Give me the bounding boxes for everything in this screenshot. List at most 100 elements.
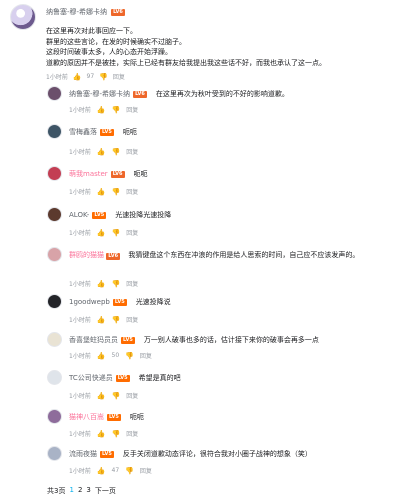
dislike-icon[interactable]: 👎 <box>112 430 121 438</box>
reply-header: 香喜堡蛀犸员员 LV5 万一别人破事也多的话，估计接下来你的破事会再多一点 <box>69 335 319 345</box>
dislike-icon[interactable]: 👎 <box>112 316 121 324</box>
page-link[interactable]: 2 <box>78 486 82 496</box>
page-link[interactable]: 1 <box>69 486 73 496</box>
reply-button[interactable]: 回复 <box>126 187 138 196</box>
timestamp: 1小时前 <box>46 74 68 81</box>
dislike-icon[interactable]: 👎 <box>125 467 134 475</box>
reply-button[interactable]: 回复 <box>126 429 138 438</box>
username[interactable]: 猫神八百嵩 <box>69 412 104 422</box>
username[interactable]: ALOK- <box>69 211 89 219</box>
level-badge: LV5 <box>100 450 114 458</box>
username[interactable]: 雪梅鑫落 <box>69 127 97 137</box>
reply-button[interactable]: 回复 <box>126 147 138 156</box>
username[interactable]: 流雨夜猫 <box>69 449 97 459</box>
avatar[interactable] <box>47 207 62 222</box>
reply-info: 1小时前 👍 👎 回复 <box>69 228 138 238</box>
avatar[interactable] <box>10 4 36 30</box>
avatar[interactable] <box>47 294 62 309</box>
next-page-link[interactable]: 下一页 <box>95 486 116 496</box>
reply-header: 1goodwepb LV5 光速投降说 <box>69 297 171 307</box>
reply-button[interactable]: 回复 <box>140 351 152 360</box>
timestamp: 1小时前 <box>69 230 91 237</box>
level-badge: LV5 <box>112 298 127 306</box>
reply-button[interactable]: 回复 <box>126 279 138 288</box>
reply-header: 流雨夜猫 LV5 反手关闭道歉动态评论，很符合我对小圈子战神的想象（笑） <box>69 449 312 459</box>
timestamp: 1小时前 <box>69 393 91 400</box>
reply-button[interactable]: 回复 <box>126 105 138 114</box>
dislike-icon[interactable]: 👎 <box>112 188 121 196</box>
reply-button[interactable]: 回复 <box>126 315 138 324</box>
dislike-icon[interactable]: 👎 <box>112 148 121 156</box>
reply-header: ALOK- LV5 光速投降光速投降 <box>69 210 171 220</box>
timestamp: 1小时前 <box>69 317 91 324</box>
avatar[interactable] <box>47 370 62 385</box>
like-icon[interactable]: 👍 <box>97 352 106 360</box>
reply-info: 1小时前 👍 47 👎 回复 <box>69 466 152 476</box>
timestamp: 1小时前 <box>69 431 91 438</box>
reply-button[interactable]: 回复 <box>113 72 125 81</box>
like-icon[interactable]: 👍 <box>97 229 106 237</box>
like-icon[interactable]: 👍 <box>97 188 106 196</box>
dislike-icon[interactable]: 👎 <box>99 73 108 81</box>
avatar[interactable] <box>47 446 62 461</box>
username[interactable]: 1goodwepb <box>69 298 110 306</box>
avatar[interactable] <box>47 247 62 262</box>
username[interactable]: 群鸥的猫猫 <box>69 251 104 259</box>
like-icon[interactable]: 👍 <box>97 392 106 400</box>
like-count: 47 <box>111 467 120 474</box>
like-icon[interactable]: 👍 <box>97 280 106 288</box>
dislike-icon[interactable]: 👎 <box>112 106 121 114</box>
avatar[interactable] <box>47 86 62 101</box>
reply-header: 纳鲁塞-穆-希娜卡纳 LV6 在这里再次为秋叶受到的不好的影响道歉。 <box>69 89 289 99</box>
reply-text: 光速投降说 <box>135 298 171 306</box>
level-badge: LV5 <box>92 211 107 219</box>
level-badge: LV5 <box>115 374 130 382</box>
avatar[interactable] <box>47 409 62 424</box>
username[interactable]: 萌我master <box>69 169 108 179</box>
reply-info: 1小时前 👍 👎 回复 <box>69 147 138 157</box>
like-icon[interactable]: 👍 <box>97 430 106 438</box>
username[interactable]: TC公司快递员 <box>69 373 113 383</box>
level-badge: LV5 <box>121 336 135 344</box>
reply-info: 1小时前 👍 👎 回复 <box>69 429 138 439</box>
reply-text: 呃呃 <box>133 170 148 178</box>
page-link[interactable]: 3 <box>86 486 90 496</box>
reply-button[interactable]: 回复 <box>126 228 138 237</box>
reply-text: 呃呃 <box>122 128 137 136</box>
comment-text: 在这里再次对此事回应一下。 群里的这些言论，在发的时候确实不过脑子。 这段时间破… <box>46 26 401 68</box>
reply-button[interactable]: 回复 <box>140 466 152 475</box>
dislike-icon[interactable]: 👎 <box>112 229 121 237</box>
timestamp: 1小时前 <box>69 281 91 288</box>
comment-line: 这段时间破事太多，人的心态开始浮躁。 <box>46 48 172 57</box>
username[interactable]: 纳鲁塞-穆-希娜卡纳 <box>46 7 107 17</box>
reply-header: 群鸥的猫猫 LV6 我猜键盘这个东西在冲浪的作用是给人思索的时间，自己应不应该发… <box>69 250 399 261</box>
dislike-icon[interactable]: 👎 <box>112 280 121 288</box>
username[interactable]: 香喜堡蛀犸员员 <box>69 335 118 345</box>
timestamp: 1小时前 <box>69 189 91 196</box>
comment-line: 在这里再次对此事回应一下。 <box>46 27 137 35</box>
comment-thread: 纳鲁塞-穆-希娜卡纳 LV6 在这里再次对此事回应一下。 群里的这些言论，在发的… <box>0 0 407 500</box>
like-icon[interactable]: 👍 <box>97 148 106 156</box>
like-icon[interactable]: 👍 <box>73 73 82 81</box>
reply-info: 1小时前 👍 👎 回复 <box>69 105 138 115</box>
reply-text: 反手关闭道歉动态评论，很符合我对小圈子战神的想象（笑） <box>122 450 312 458</box>
like-icon[interactable]: 👍 <box>97 467 106 475</box>
reply-text: 在这里再次为秋叶受到的不好的影响道歉。 <box>155 90 289 98</box>
timestamp: 1小时前 <box>69 149 91 156</box>
reply-info: 1小时前 👍 50 👎 回复 <box>69 351 152 361</box>
like-icon[interactable]: 👍 <box>97 316 106 324</box>
avatar[interactable] <box>47 124 62 139</box>
pagination: 共3页 1 2 3 下一页 <box>47 486 116 496</box>
reply-button[interactable]: 回复 <box>126 391 138 400</box>
avatar[interactable] <box>47 332 62 347</box>
like-icon[interactable]: 👍 <box>97 106 106 114</box>
username[interactable]: 纳鲁塞-穆-希娜卡纳 <box>69 89 130 99</box>
reply-text: 呃呃 <box>129 413 144 421</box>
level-badge: LV5 <box>100 128 114 136</box>
level-badge: LV5 <box>107 413 121 421</box>
reply-text: 光速投降光速投降 <box>115 211 172 219</box>
reply-info: 1小时前 👍 👎 回复 <box>69 187 138 197</box>
avatar[interactable] <box>47 166 62 181</box>
dislike-icon[interactable]: 👎 <box>125 352 134 360</box>
dislike-icon[interactable]: 👎 <box>112 392 121 400</box>
